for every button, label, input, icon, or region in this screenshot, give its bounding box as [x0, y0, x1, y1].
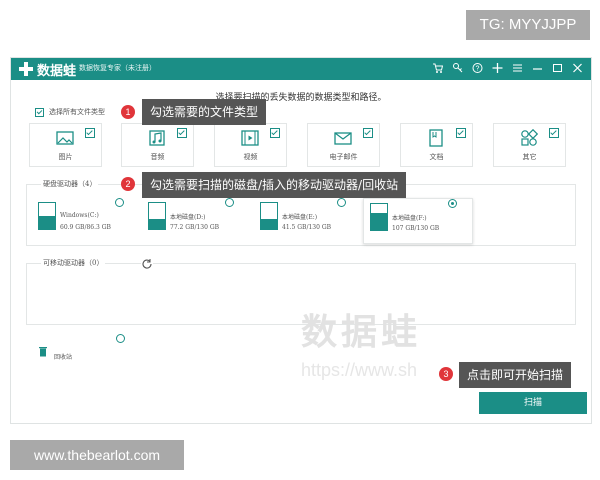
picture-icon [56, 129, 74, 147]
filetype-checkbox [270, 128, 280, 138]
annotation-number: 1 [121, 105, 135, 119]
other-icon [520, 128, 539, 147]
filetype-checkbox [85, 128, 95, 138]
site-footer: www.thebearlot.com [10, 440, 184, 470]
filetype-label: 文档 [429, 153, 444, 161]
filetype-checkbox [177, 128, 187, 138]
tg-label: TG: MYYJJPP [466, 10, 590, 40]
title-bar: 数据蛙 数据恢复专家（未注册） ? [11, 58, 591, 80]
drive-name: 本地磁盘(E:) [282, 214, 318, 221]
recycle-bin-radio[interactable] [116, 334, 125, 343]
help-icon[interactable]: ? [472, 62, 483, 76]
drive-usage-fill [39, 216, 55, 229]
filetype-checkbox [363, 128, 373, 138]
drive-usage-fill [261, 219, 277, 229]
minimize-icon[interactable] [532, 62, 543, 76]
watermark-url: https://www.sh [301, 360, 418, 380]
drive-c[interactable]: Windows(C:) 60.9 GB/86.3 GB [38, 198, 128, 238]
music-icon [148, 129, 166, 147]
drive-size: 107 GB/130 GB [392, 225, 440, 232]
drive-name: 本地磁盘(D:) [170, 214, 206, 221]
drive-size: 60.9 GB/86.3 GB [60, 224, 111, 231]
recycle-bin[interactable]: 回收站 [38, 334, 148, 362]
filetype-checkbox [549, 128, 559, 138]
filetype-video[interactable]: 视频 [214, 123, 287, 167]
drive-icon [370, 203, 388, 231]
filetype-audio[interactable]: 音频 [121, 123, 194, 167]
drive-name: 本地磁盘(F:) [392, 215, 427, 222]
scan-button[interactable]: 扫描 [479, 392, 587, 414]
document-icon [427, 129, 445, 147]
close-icon[interactable] [572, 62, 583, 76]
select-all-label: 选择所有文件类型 [49, 108, 105, 116]
annotation-callout: 点击即可开始扫描 [459, 362, 572, 388]
drive-icon [148, 202, 166, 230]
drive-size: 41.5 GB/130 GB [282, 224, 332, 231]
menu-icon[interactable] [512, 62, 523, 76]
drive-radio[interactable] [448, 199, 457, 208]
recycle-bin-label: 回收站 [54, 354, 73, 361]
drive-usage-fill [149, 219, 165, 229]
refresh-icon[interactable] [141, 255, 153, 269]
app-logo: 数据蛙 [19, 61, 77, 79]
plus-icon[interactable] [492, 62, 503, 76]
filetype-other[interactable]: 其它 [493, 123, 566, 167]
app-name: 数据恢复专家（未注册） [79, 64, 156, 72]
removable-title: 可移动驱动器（0） [41, 258, 106, 268]
logo-text: 数据蛙 [37, 63, 77, 79]
drive-radio[interactable] [225, 198, 234, 207]
page-header: 选择要扫描的丢失数据的数据类型和路径。 [215, 93, 387, 103]
filetype-email[interactable]: 电子邮件 [307, 123, 380, 167]
filetype-label: 视频 [243, 153, 258, 161]
annotation-number: 3 [439, 367, 453, 381]
filetype-label: 音频 [150, 153, 165, 161]
drive-name: Windows(C:) [60, 212, 99, 219]
hdd-title: 硬盘驱动器（4） [41, 179, 99, 189]
filetype-picture[interactable]: 图片 [29, 123, 102, 167]
filetype-document[interactable]: 文档 [400, 123, 473, 167]
drive-e[interactable]: 本地磁盘(E:) 41.5 GB/130 GB [260, 198, 350, 238]
trash-icon [38, 342, 48, 357]
filetype-label: 电子邮件 [329, 153, 358, 161]
email-icon [334, 129, 352, 147]
annotation-callout: 勾选需要的文件类型 [142, 99, 267, 125]
drive-d[interactable]: 本地磁盘(D:) 77.2 GB/130 GB [148, 198, 238, 238]
annotation-number: 2 [121, 177, 135, 191]
drive-radio[interactable] [337, 198, 346, 207]
checkbox-icon [35, 107, 44, 117]
drive-size: 77.2 GB/130 GB [170, 224, 220, 231]
filetype-checkbox [456, 128, 466, 138]
drive-icon [260, 202, 278, 230]
drive-icon [38, 202, 56, 230]
maximize-icon[interactable] [552, 62, 563, 76]
watermark-cn: 数据蛙 [301, 312, 422, 353]
filetype-label: 图片 [58, 153, 73, 161]
video-icon [241, 129, 259, 147]
svg-text:?: ? [476, 66, 480, 73]
key-icon[interactable] [452, 62, 463, 76]
filetype-label: 其它 [522, 153, 537, 161]
annotation-callout: 勾选需要扫描的磁盘/插入的移动驱动器/回收站 [142, 172, 407, 198]
titlebar-icons: ? [432, 62, 583, 76]
cart-icon[interactable] [432, 62, 444, 76]
drive-f[interactable]: 本地磁盘(F:) 107 GB/130 GB [363, 198, 473, 244]
drive-usage-fill [371, 213, 387, 230]
drive-radio[interactable] [115, 198, 124, 207]
select-all-checkbox[interactable]: 选择所有文件类型 [35, 107, 105, 117]
logo-cross-icon [19, 62, 33, 76]
